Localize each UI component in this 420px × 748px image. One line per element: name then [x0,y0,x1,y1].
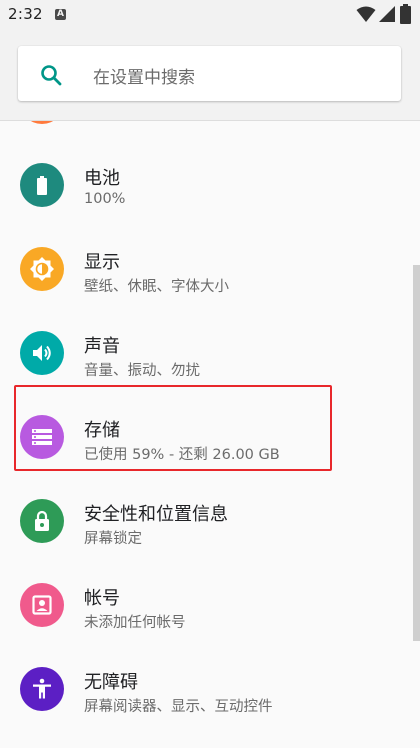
setting-item-display[interactable]: 显示 壁纸、休眠、字体大小 [0,227,410,311]
brightness-icon [20,247,64,291]
accessibility-icon [20,667,64,711]
setting-title: 显示 [84,252,120,273]
setting-title: 安全性和位置信息 [84,504,228,525]
scrollbar-thumb[interactable] [413,265,420,641]
setting-item-battery[interactable]: 电池 100% [0,143,410,227]
setting-title: 无障碍 [84,672,138,693]
setting-subtitle: 屏幕锁定 [84,531,142,547]
setting-title: 声音 [84,336,120,357]
highlight-box [14,385,332,471]
status-bar: 2:32 A [0,0,420,30]
setting-subtitle: 音量、振动、勿扰 [84,363,200,379]
search-area: 在设置中搜索 [0,30,420,120]
status-time: 2:32 [8,5,43,23]
setting-item-accounts[interactable]: 帐号 未添加任何帐号 [0,563,410,647]
divider [0,120,420,121]
setting-subtitle: 100% [84,191,126,207]
search-placeholder: 在设置中搜索 [93,68,195,88]
search-icon [41,65,62,86]
account-box-icon [20,583,64,627]
setting-title: 电池 [84,168,120,189]
setting-item-security[interactable]: 安全性和位置信息 屏幕锁定 [0,479,410,563]
notification-a-icon: A [55,9,66,20]
volume-icon [20,331,64,375]
setting-subtitle: 壁纸、休眠、字体大小 [84,279,229,295]
search-bar[interactable]: 在设置中搜索 [18,46,401,101]
setting-item-accessibility[interactable]: 无障碍 屏幕阅读器、显示、互动控件 [0,647,410,731]
signal-icon [379,6,395,22]
setting-subtitle: 屏幕阅读器、显示、互动控件 [84,699,273,715]
settings-list: 电池 100% 显示 壁纸、休眠、字体大小 声音 音量、振动、勿扰 存储 已使用… [0,120,420,748]
wifi-icon [356,6,376,22]
setting-subtitle: 未添加任何帐号 [84,615,186,631]
setting-item-sound[interactable]: 声音 音量、振动、勿扰 [0,311,410,395]
lock-icon [20,499,64,543]
setting-title: 帐号 [84,588,120,609]
battery-icon [20,163,64,207]
battery-status-icon [400,4,411,24]
